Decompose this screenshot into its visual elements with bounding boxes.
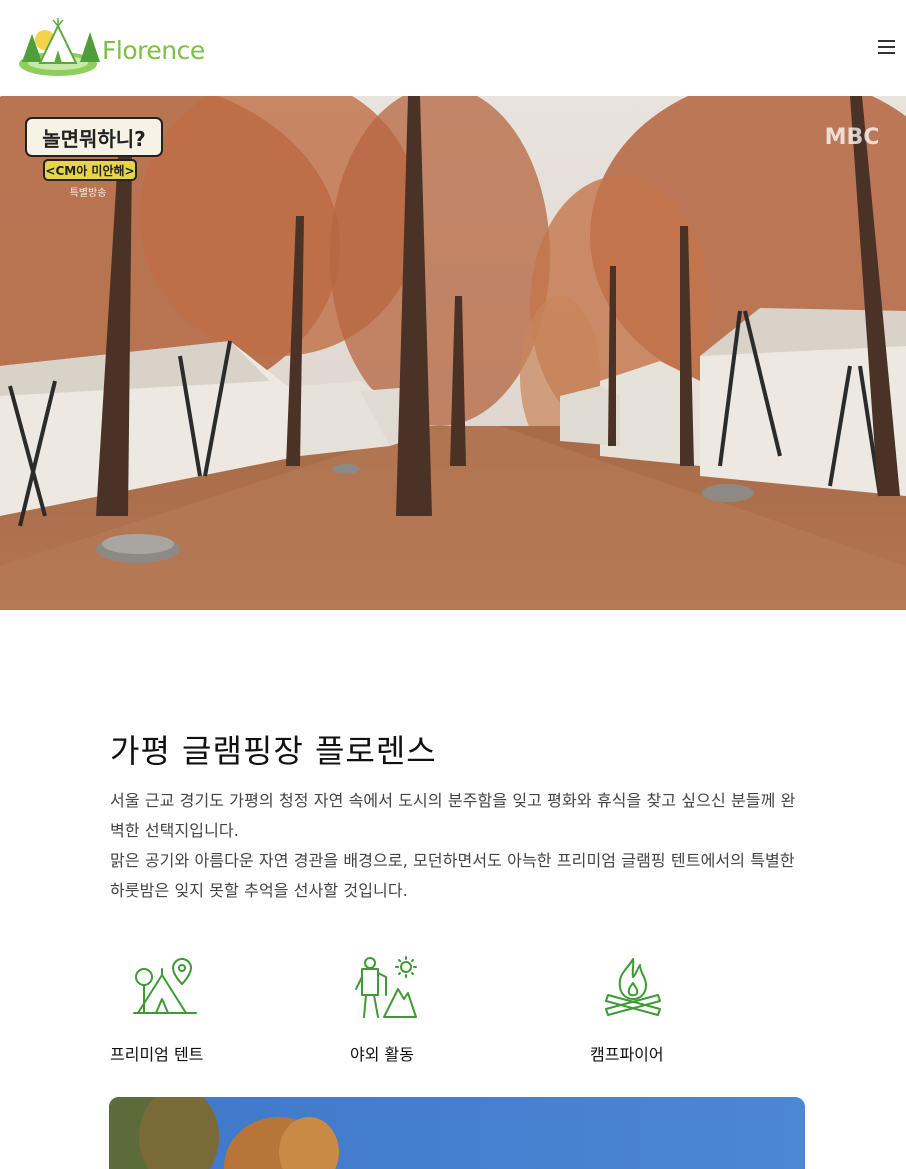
logo-text: Florence (102, 36, 205, 65)
overlay-title: 놀면뭐하니? (42, 127, 146, 151)
menu-button[interactable] (874, 36, 900, 58)
broadcaster-watermark: MBC (825, 125, 880, 150)
intro-paragraph-1: 서울 근교 경기도 가평의 청정 자연 속에서 도시의 분주함을 잊고 평화와 … (110, 791, 796, 840)
overlay-note: 특별방송 (70, 187, 107, 199)
gallery-image (109, 1097, 805, 1169)
hamburger-menu-icon (878, 40, 895, 42)
campfire-icon (605, 958, 661, 1016)
intro-section: 가평 글램핑장 플로렌스 서울 근교 경기도 가평의 청정 자연 속에서 도시의… (110, 728, 810, 906)
intro-paragraph: 서울 근교 경기도 가평의 청정 자연 속에서 도시의 분주함을 잊고 평화와 … (110, 786, 810, 906)
feature-campfire: 캠프파이어 (590, 955, 770, 1064)
hero-image: 놀면뭐하니? <CM아 미안해> 특별방송 MBC (0, 96, 906, 610)
features-row: 프리미엄 텐트 야외 활동 캠프파이어 (110, 955, 810, 1075)
page-title: 가평 글램핑장 플로렌스 (110, 732, 437, 770)
feature-premium-tent: 프리미엄 텐트 (110, 955, 290, 1064)
overlay-subtitle: <CM아 미안해> (45, 163, 134, 178)
feature-outdoor-activity: 야외 활동 (350, 955, 530, 1064)
feature-label: 캠프파이어 (590, 1045, 664, 1064)
intro-paragraph-2: 맑은 공기와 아름다운 자연 경관을 배경으로, 모던하면서도 아늑한 프리미엄… (110, 851, 795, 900)
site-header: Florence (0, 0, 906, 96)
tent-location-icon (133, 958, 197, 1014)
feature-label: 야외 활동 (350, 1045, 414, 1064)
feature-label: 프리미엄 텐트 (110, 1045, 204, 1064)
hiker-icon (355, 956, 417, 1018)
